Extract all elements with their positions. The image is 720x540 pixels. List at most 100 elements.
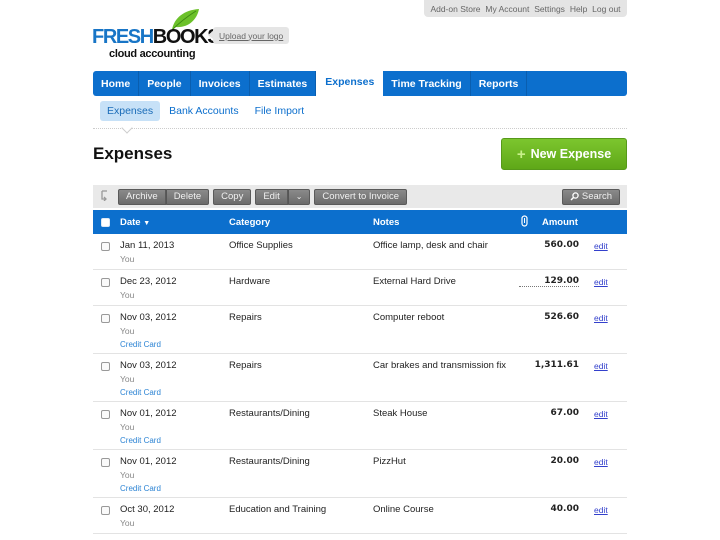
bulk-select-arrow-icon [100, 189, 114, 204]
row-edit-link[interactable]: edit [594, 505, 608, 515]
row-date: Nov 01, 2012 [120, 456, 177, 467]
search-icon [570, 192, 579, 201]
archive-button[interactable]: Archive [118, 188, 166, 205]
row-edit-link[interactable]: edit [594, 313, 608, 323]
row-edit-link[interactable]: edit [594, 361, 608, 371]
row-amount: 20.00 [550, 456, 579, 466]
subnav-active-caret [121, 122, 133, 134]
freshbooks-logo[interactable]: FRESHBOOKS cloud accounting [92, 6, 221, 64]
row-edit-link[interactable]: edit [594, 457, 608, 467]
delete-button[interactable]: Delete [165, 188, 210, 205]
row-notes: Steak House [373, 408, 428, 419]
edit-button[interactable]: Edit [255, 188, 288, 205]
row-checkbox[interactable] [101, 278, 110, 287]
table-row[interactable]: Oct 30, 2012 You Education and Training Onl… [93, 498, 627, 534]
table-row[interactable]: Nov 01, 2012 You Credit Card Restaurants/Di… [93, 450, 627, 498]
row-date: Nov 01, 2012 [120, 408, 177, 419]
row-amount: 1,311.61 [534, 360, 579, 370]
row-category: Office Supplies [229, 240, 293, 251]
row-checkbox[interactable] [101, 242, 110, 251]
row-edit-link[interactable]: edit [594, 277, 608, 287]
column-header-date[interactable]: Date ▼ [120, 217, 150, 228]
subnav-divider [93, 128, 627, 129]
row-created-by: You [120, 290, 135, 300]
nav-tab-people[interactable]: People [139, 71, 191, 96]
expense-table-body: Jan 11, 2013 You Office Supplies Office lam… [93, 234, 627, 534]
utility-link-my-account[interactable]: My Account [485, 4, 529, 14]
row-account-link[interactable]: Credit Card [120, 484, 161, 493]
nav-tab-invoices[interactable]: Invoices [191, 71, 250, 96]
subnav-tab-bank-accounts[interactable]: Bank Accounts [162, 101, 245, 121]
nav-tab-home[interactable]: Home [93, 71, 140, 96]
plus-icon: + [516, 145, 526, 163]
row-notes: External Hard Drive [373, 276, 456, 287]
logo-wordmark: FRESHBOOKS [92, 26, 221, 48]
edit-dropdown-button[interactable]: ⌄ [287, 188, 311, 205]
row-checkbox[interactable] [101, 410, 110, 419]
utility-link-help[interactable]: Help [570, 4, 587, 14]
convert-to-invoice-button[interactable]: Convert to Invoice [314, 188, 407, 205]
row-notes: Office lamp, desk and chair [373, 240, 488, 251]
row-created-by: You [120, 326, 135, 336]
column-header-amount[interactable]: Amount [542, 217, 578, 228]
column-header-notes[interactable]: Notes [373, 217, 399, 228]
row-created-by: You [120, 254, 135, 264]
row-category: Repairs [229, 360, 262, 371]
row-notes: Computer reboot [373, 312, 445, 323]
nav-tab-reports[interactable]: Reports [471, 71, 528, 96]
row-created-by: You [120, 374, 135, 384]
column-header-category[interactable]: Category [229, 217, 270, 228]
row-checkbox[interactable] [101, 362, 110, 371]
row-date: Nov 03, 2012 [120, 312, 177, 323]
sub-nav: Expenses Bank Accounts File Import [100, 100, 311, 122]
row-account-link[interactable]: Credit Card [120, 388, 161, 397]
row-edit-link[interactable]: edit [594, 241, 608, 251]
new-expense-label: New Expense [530, 147, 612, 161]
table-row[interactable]: Nov 03, 2012 You Credit Card Repairs Car bra… [93, 354, 627, 402]
row-category: Restaurants/Dining [229, 456, 310, 467]
row-notes: Car brakes and transmission fix [373, 360, 507, 371]
copy-button[interactable]: Copy [213, 188, 252, 205]
row-amount: 560.00 [544, 240, 579, 250]
nav-tab-time-tracking[interactable]: Time Tracking [383, 71, 471, 96]
select-all-checkbox[interactable] [101, 218, 110, 227]
edit-group: Edit ⌄ [255, 188, 311, 205]
table-row[interactable]: Nov 01, 2012 You Credit Card Restaurants/Di… [93, 402, 627, 450]
table-row[interactable]: Dec 23, 2012 You Hardware External Hard Dri… [93, 270, 627, 306]
row-created-by: You [120, 518, 135, 528]
main-nav: Home People Invoices Estimates Expenses … [93, 68, 627, 96]
table-row[interactable]: Nov 03, 2012 You Credit Card Repairs Compute… [93, 306, 627, 354]
subnav-tab-file-import[interactable]: File Import [248, 101, 312, 121]
row-account-link[interactable]: Credit Card [120, 340, 161, 349]
row-date: Oct 30, 2012 [120, 504, 175, 515]
archive-delete-group: Archive Delete [118, 188, 210, 205]
row-checkbox[interactable] [101, 506, 110, 515]
row-amount: 129.00 [519, 276, 579, 287]
row-edit-link[interactable]: edit [594, 409, 608, 419]
bulk-action-toolbar: Archive Delete Copy Edit ⌄ Convert to In… [93, 185, 627, 208]
row-category: Education and Training [229, 504, 327, 515]
table-row[interactable]: Jan 11, 2013 You Office Supplies Office lam… [93, 234, 627, 270]
row-date: Dec 23, 2012 [120, 276, 177, 287]
page-title: Expenses [93, 144, 173, 163]
row-notes: Online Course [373, 504, 434, 515]
search-button[interactable]: Search [561, 188, 620, 205]
row-date: Jan 11, 2013 [120, 240, 175, 251]
utility-link-addon-store[interactable]: Add-on Store [430, 4, 480, 14]
upload-logo-link[interactable]: Upload your logo [207, 27, 290, 44]
row-date: Nov 03, 2012 [120, 360, 177, 371]
new-expense-button[interactable]: + New Expense [501, 138, 627, 170]
utility-link-log-out[interactable]: Log out [592, 4, 620, 14]
subnav-tab-expenses[interactable]: Expenses [100, 101, 161, 121]
paperclip-icon [521, 215, 528, 230]
chevron-down-icon: ⌄ [295, 192, 303, 201]
nav-tab-estimates[interactable]: Estimates [250, 71, 317, 96]
nav-tab-expenses[interactable]: Expenses [316, 68, 384, 96]
row-amount: 40.00 [550, 504, 579, 514]
utility-link-settings[interactable]: Settings [534, 4, 565, 14]
row-checkbox[interactable] [101, 314, 110, 323]
row-created-by: You [120, 422, 135, 432]
row-notes: PizzHut [373, 456, 406, 467]
row-account-link[interactable]: Credit Card [120, 436, 161, 445]
row-checkbox[interactable] [101, 458, 110, 467]
